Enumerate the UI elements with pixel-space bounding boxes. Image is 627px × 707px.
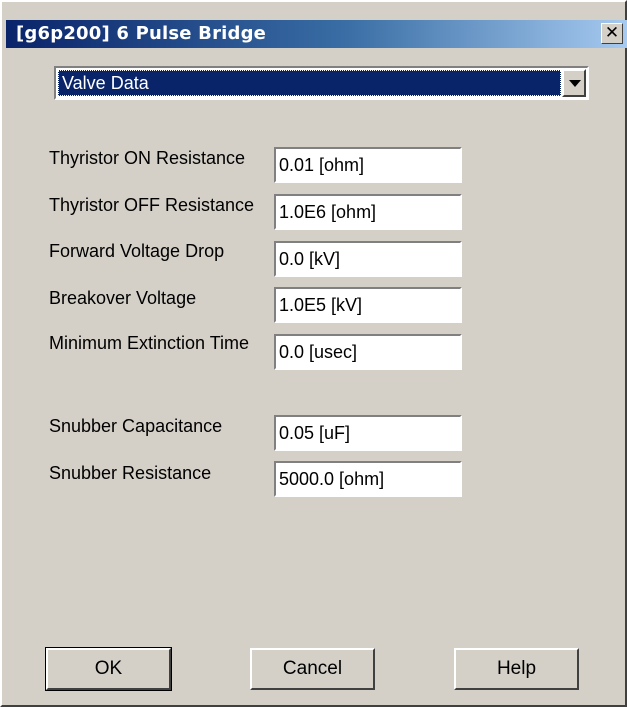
breakover-voltage-label: Breakover Voltage (49, 288, 197, 308)
minimum-extinction-time-label: Minimum Extinction Time (49, 333, 250, 353)
snubber-resistance-input[interactable]: 5000.0 [ohm] (274, 461, 462, 497)
minimum-extinction-time-input[interactable]: 0.0 [usec] (274, 334, 462, 370)
breakover-voltage-input[interactable]: 1.0E5 [kV] (274, 287, 462, 323)
thyristor-on-resistance-input[interactable]: 0.01 [ohm] (274, 147, 462, 183)
title-bar[interactable]: [g6p200] 6 Pulse Bridge ✕ (6, 20, 627, 48)
chevron-down-icon[interactable] (562, 69, 586, 97)
thyristor-off-resistance-label: Thyristor OFF Resistance (49, 195, 255, 215)
snubber-capacitance-input[interactable]: 0.05 [uF] (274, 415, 462, 451)
dialog-window: [g6p200] 6 Pulse Bridge ✕ Valve Data Thy… (0, 0, 627, 707)
forward-voltage-drop-label: Forward Voltage Drop (49, 241, 225, 261)
help-button[interactable]: Help (454, 648, 579, 690)
thyristor-on-resistance-label: Thyristor ON Resistance (49, 148, 246, 168)
window-title: [g6p200] 6 Pulse Bridge (16, 23, 267, 44)
snubber-capacitance-label: Snubber Capacitance (49, 416, 223, 436)
forward-voltage-drop-input[interactable]: 0.0 [kV] (274, 241, 462, 277)
cancel-button[interactable]: Cancel (250, 648, 375, 690)
category-dropdown-value: Valve Data (58, 70, 561, 96)
category-dropdown[interactable]: Valve Data (54, 66, 589, 100)
ok-button[interactable]: OK (45, 647, 172, 691)
thyristor-off-resistance-input[interactable]: 1.0E6 [ohm] (274, 194, 462, 230)
snubber-resistance-label: Snubber Resistance (49, 463, 212, 483)
close-icon[interactable]: ✕ (601, 23, 623, 44)
